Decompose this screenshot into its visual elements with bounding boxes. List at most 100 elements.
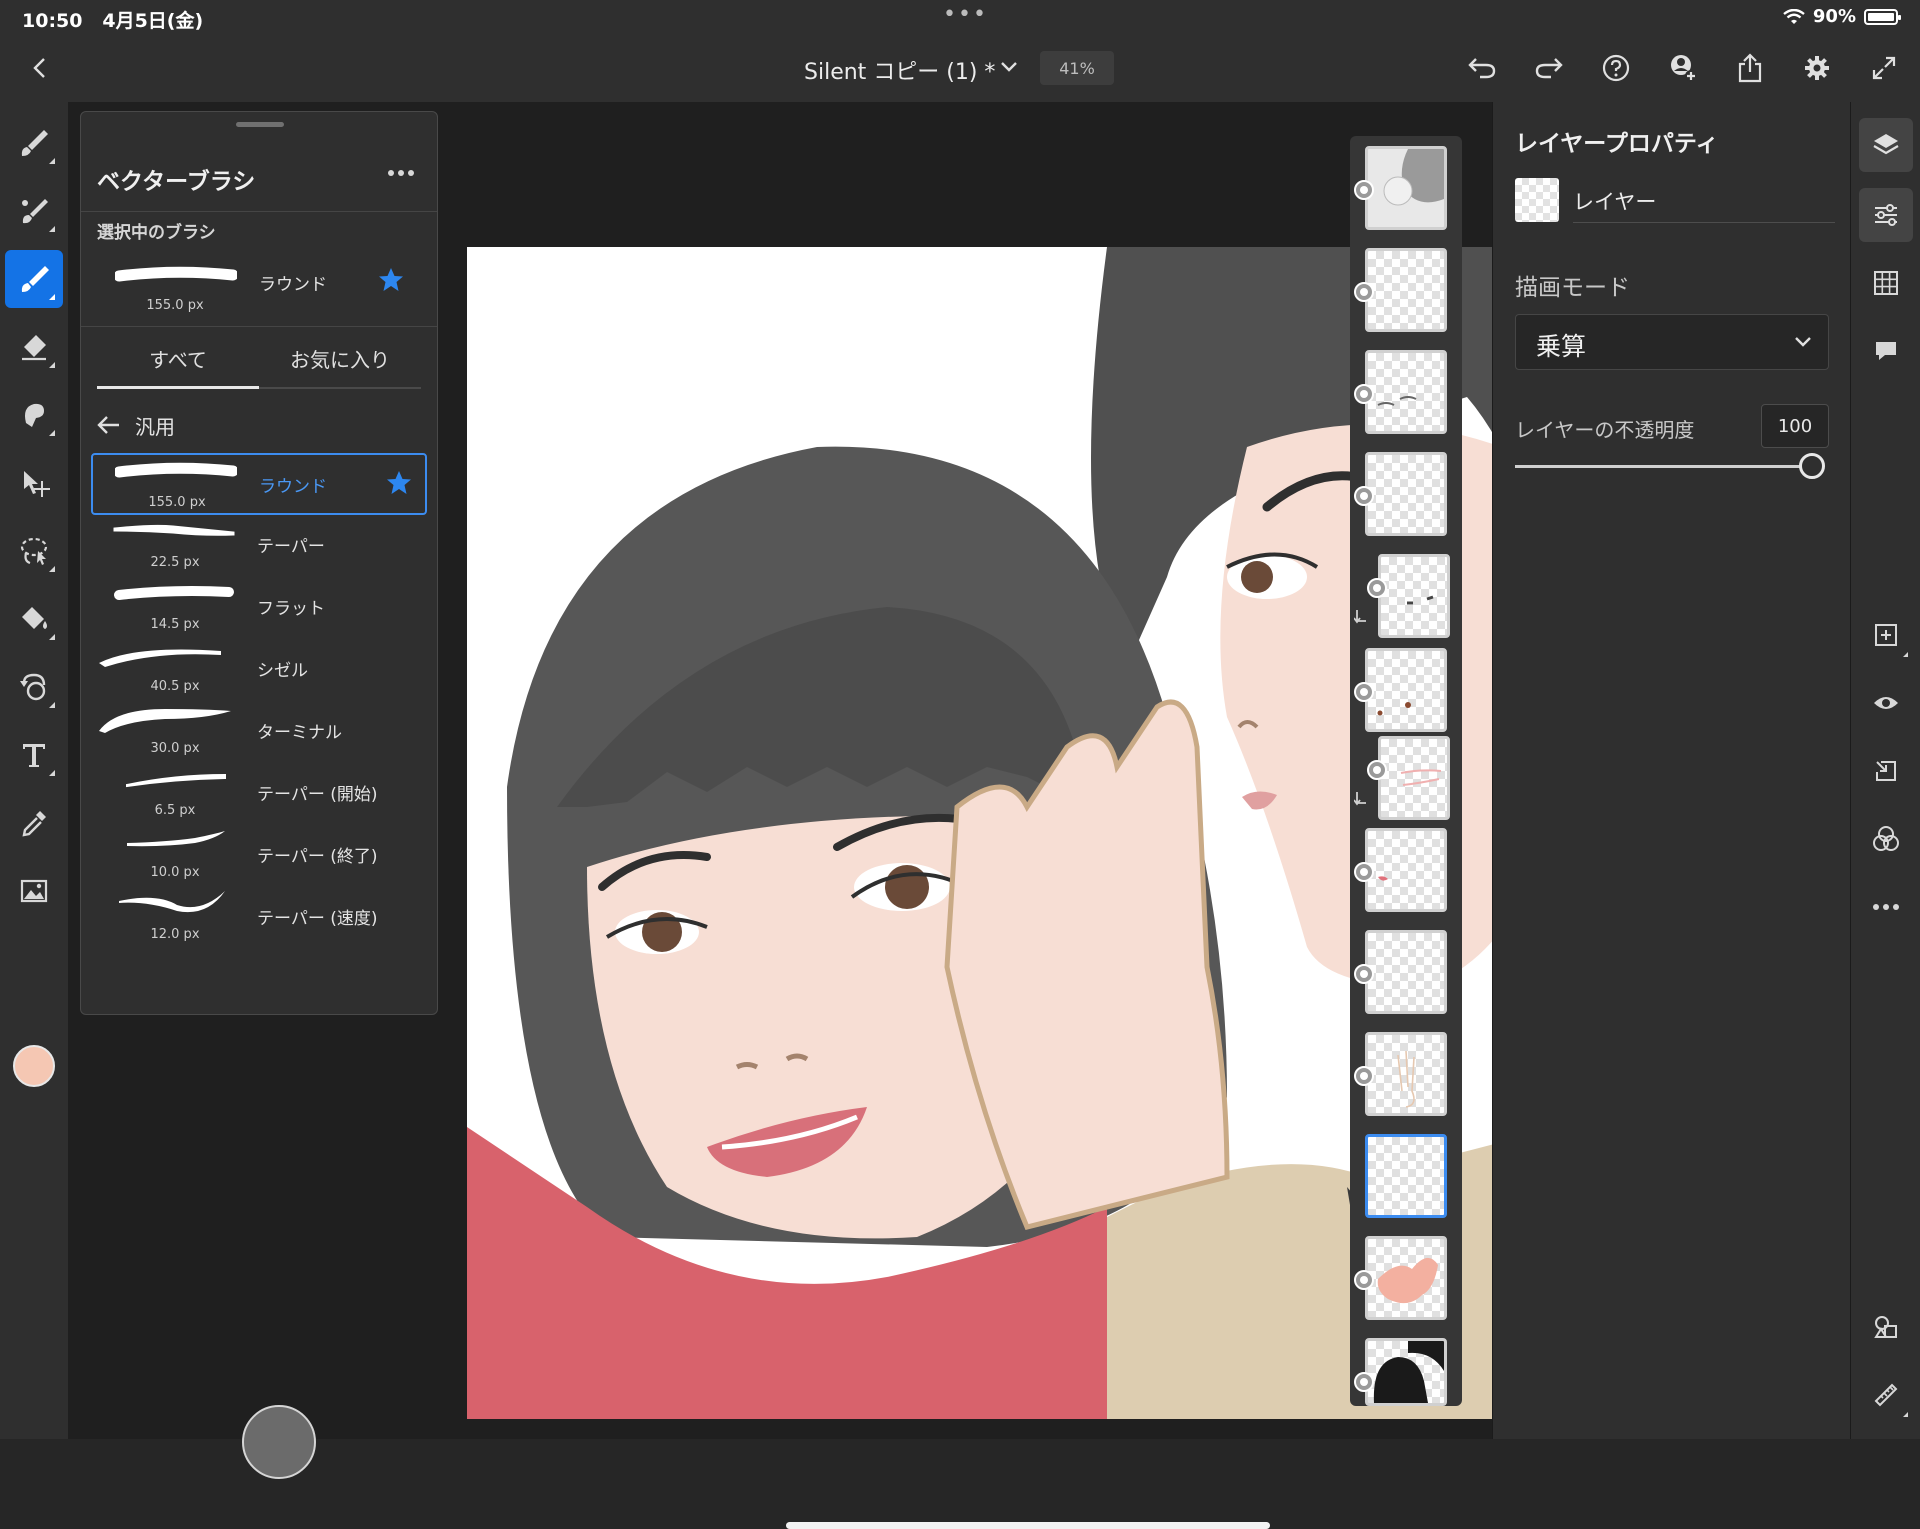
visibility-toggle-icon[interactable] — [1354, 1066, 1374, 1086]
layer-thumbnail[interactable] — [1365, 248, 1447, 332]
category-back-row[interactable]: 汎用 — [97, 402, 175, 448]
brush-stroke-preview — [115, 266, 237, 282]
visibility-button[interactable] — [1859, 676, 1913, 730]
visibility-toggle-icon[interactable] — [1354, 682, 1374, 702]
brush-stroke-preview — [119, 891, 225, 913]
merge-down-button[interactable] — [1859, 744, 1913, 798]
visibility-toggle-icon[interactable] — [1354, 180, 1374, 200]
multitasking-dots-icon[interactable]: ••• — [943, 2, 988, 27]
more-options-button[interactable] — [1859, 880, 1913, 934]
opacity-input[interactable]: 100 — [1761, 404, 1829, 448]
visibility-toggle-icon[interactable] — [1354, 486, 1374, 506]
adjustment-icon — [20, 673, 46, 701]
shapes-button[interactable] — [1859, 1300, 1913, 1354]
layers-button[interactable] — [1859, 118, 1913, 172]
brush-item-taper-end[interactable]: 10.0 px テーパー (終了) — [91, 825, 427, 887]
color-picker-swatch[interactable] — [13, 1045, 55, 1087]
brush-name: テーパー (速度) — [257, 909, 378, 929]
panel-more-button[interactable] — [381, 158, 421, 188]
vector-brush-tool[interactable] — [5, 250, 63, 308]
brush-item-taper-velocity[interactable]: 12.0 px テーパー (速度) — [91, 887, 427, 949]
layer-thumbnail[interactable] — [1365, 350, 1447, 434]
brush-item-round[interactable]: 155.0 px ラウンド — [91, 453, 427, 515]
fullscreen-button[interactable] — [1864, 48, 1904, 88]
place-image-tool[interactable] — [5, 862, 63, 920]
eraser-icon — [22, 335, 46, 361]
blend-mode-select[interactable]: 乗算 — [1515, 314, 1829, 370]
lasso-selection-tool[interactable] — [5, 522, 63, 580]
layer-thumbnail[interactable] — [1378, 554, 1450, 638]
layer-thumbnail-selected[interactable] — [1365, 1134, 1447, 1218]
live-brush-tool[interactable] — [5, 182, 63, 240]
brush-size: 14.5 px — [150, 617, 200, 632]
grid-button[interactable] — [1859, 256, 1913, 310]
layer-thumbnail[interactable] — [1365, 146, 1447, 230]
favorite-star-icon[interactable] — [377, 266, 405, 294]
add-layer-button[interactable] — [1859, 608, 1913, 662]
back-button[interactable] — [20, 48, 60, 88]
layer-thumbnail[interactable] — [1378, 736, 1450, 820]
category-label: 汎用 — [135, 414, 175, 439]
undo-icon — [1468, 58, 1496, 79]
brush-item-taper-start[interactable]: 6.5 px テーパー (開始) — [91, 763, 427, 825]
visibility-toggle-icon[interactable] — [1354, 384, 1374, 404]
favorite-star-icon[interactable] — [385, 469, 413, 497]
tab-favorites[interactable]: お気に入り — [259, 330, 421, 386]
brush-stroke-preview — [113, 524, 235, 536]
brush-item-flat[interactable]: 14.5 px フラット — [91, 577, 427, 639]
share-button[interactable] — [1730, 48, 1770, 88]
layer-thumbnail[interactable] — [1365, 930, 1447, 1014]
chevron-down-icon[interactable] — [996, 54, 1022, 80]
zoom-level[interactable]: 41% — [1040, 51, 1114, 85]
wifi-icon — [1783, 8, 1805, 24]
help-button[interactable] — [1596, 48, 1636, 88]
transform-tool[interactable] — [5, 454, 63, 512]
layer-thumbnail[interactable] — [1365, 828, 1447, 912]
invite-button[interactable] — [1663, 48, 1703, 88]
visibility-toggle-icon[interactable] — [1367, 760, 1387, 780]
layer-thumbnail[interactable] — [1365, 1032, 1447, 1116]
paint-bucket-icon — [22, 607, 47, 629]
ruler-button[interactable] — [1859, 1368, 1913, 1422]
document-title[interactable]: Silent コピー (1) * — [804, 54, 995, 86]
layer-thumbnail[interactable] — [1365, 452, 1447, 536]
pixel-brush-tool[interactable] — [5, 114, 63, 172]
eyedropper-tool[interactable] — [5, 794, 63, 852]
type-tool[interactable] — [5, 726, 63, 784]
brush-item-taper[interactable]: 22.5 px テーパー — [91, 515, 427, 577]
smudge-tool[interactable] — [5, 386, 63, 444]
panel-drag-handle[interactable] — [236, 122, 284, 127]
layer-properties-button[interactable] — [1859, 188, 1913, 242]
layer-thumbnail[interactable] — [1365, 1236, 1447, 1320]
visibility-toggle-icon[interactable] — [1354, 282, 1374, 302]
brush-item-chisel[interactable]: 40.5 px シゼル — [91, 639, 427, 701]
battery-percent: 90% — [1812, 6, 1856, 27]
comments-button[interactable] — [1859, 324, 1913, 378]
sliders-icon — [1875, 204, 1897, 226]
blend-options-button[interactable] — [1859, 812, 1913, 866]
fill-tool[interactable] — [5, 590, 63, 648]
opacity-slider-track[interactable] — [1515, 465, 1807, 468]
visibility-toggle-icon[interactable] — [1354, 1372, 1374, 1392]
settings-button[interactable] — [1797, 48, 1837, 88]
layer-thumbnail[interactable] — [1365, 648, 1447, 732]
current-brush[interactable]: 155.0 px ラウンド — [81, 244, 437, 324]
brush-stroke-preview — [115, 462, 237, 478]
visibility-toggle-icon[interactable] — [1354, 1270, 1374, 1290]
add-person-icon — [1671, 55, 1697, 82]
undo-button[interactable] — [1462, 48, 1502, 88]
touch-shortcut-button[interactable] — [242, 1405, 316, 1479]
brush-item-terminal[interactable]: 30.0 px ターミナル — [91, 701, 427, 763]
opacity-slider-thumb[interactable] — [1799, 453, 1825, 479]
redo-button[interactable] — [1529, 48, 1569, 88]
comment-icon — [1876, 342, 1896, 360]
visibility-toggle-icon[interactable] — [1354, 964, 1374, 984]
visibility-toggle-icon[interactable] — [1367, 578, 1387, 598]
layer-thumbnail[interactable] — [1365, 1338, 1447, 1406]
layer-name-field[interactable]: レイヤー — [1573, 186, 1656, 216]
right-rail — [1850, 102, 1920, 1439]
eraser-tool[interactable] — [5, 318, 63, 376]
visibility-toggle-icon[interactable] — [1354, 862, 1374, 882]
adjustments-tool[interactable] — [5, 658, 63, 716]
tab-all[interactable]: すべて — [97, 330, 259, 386]
